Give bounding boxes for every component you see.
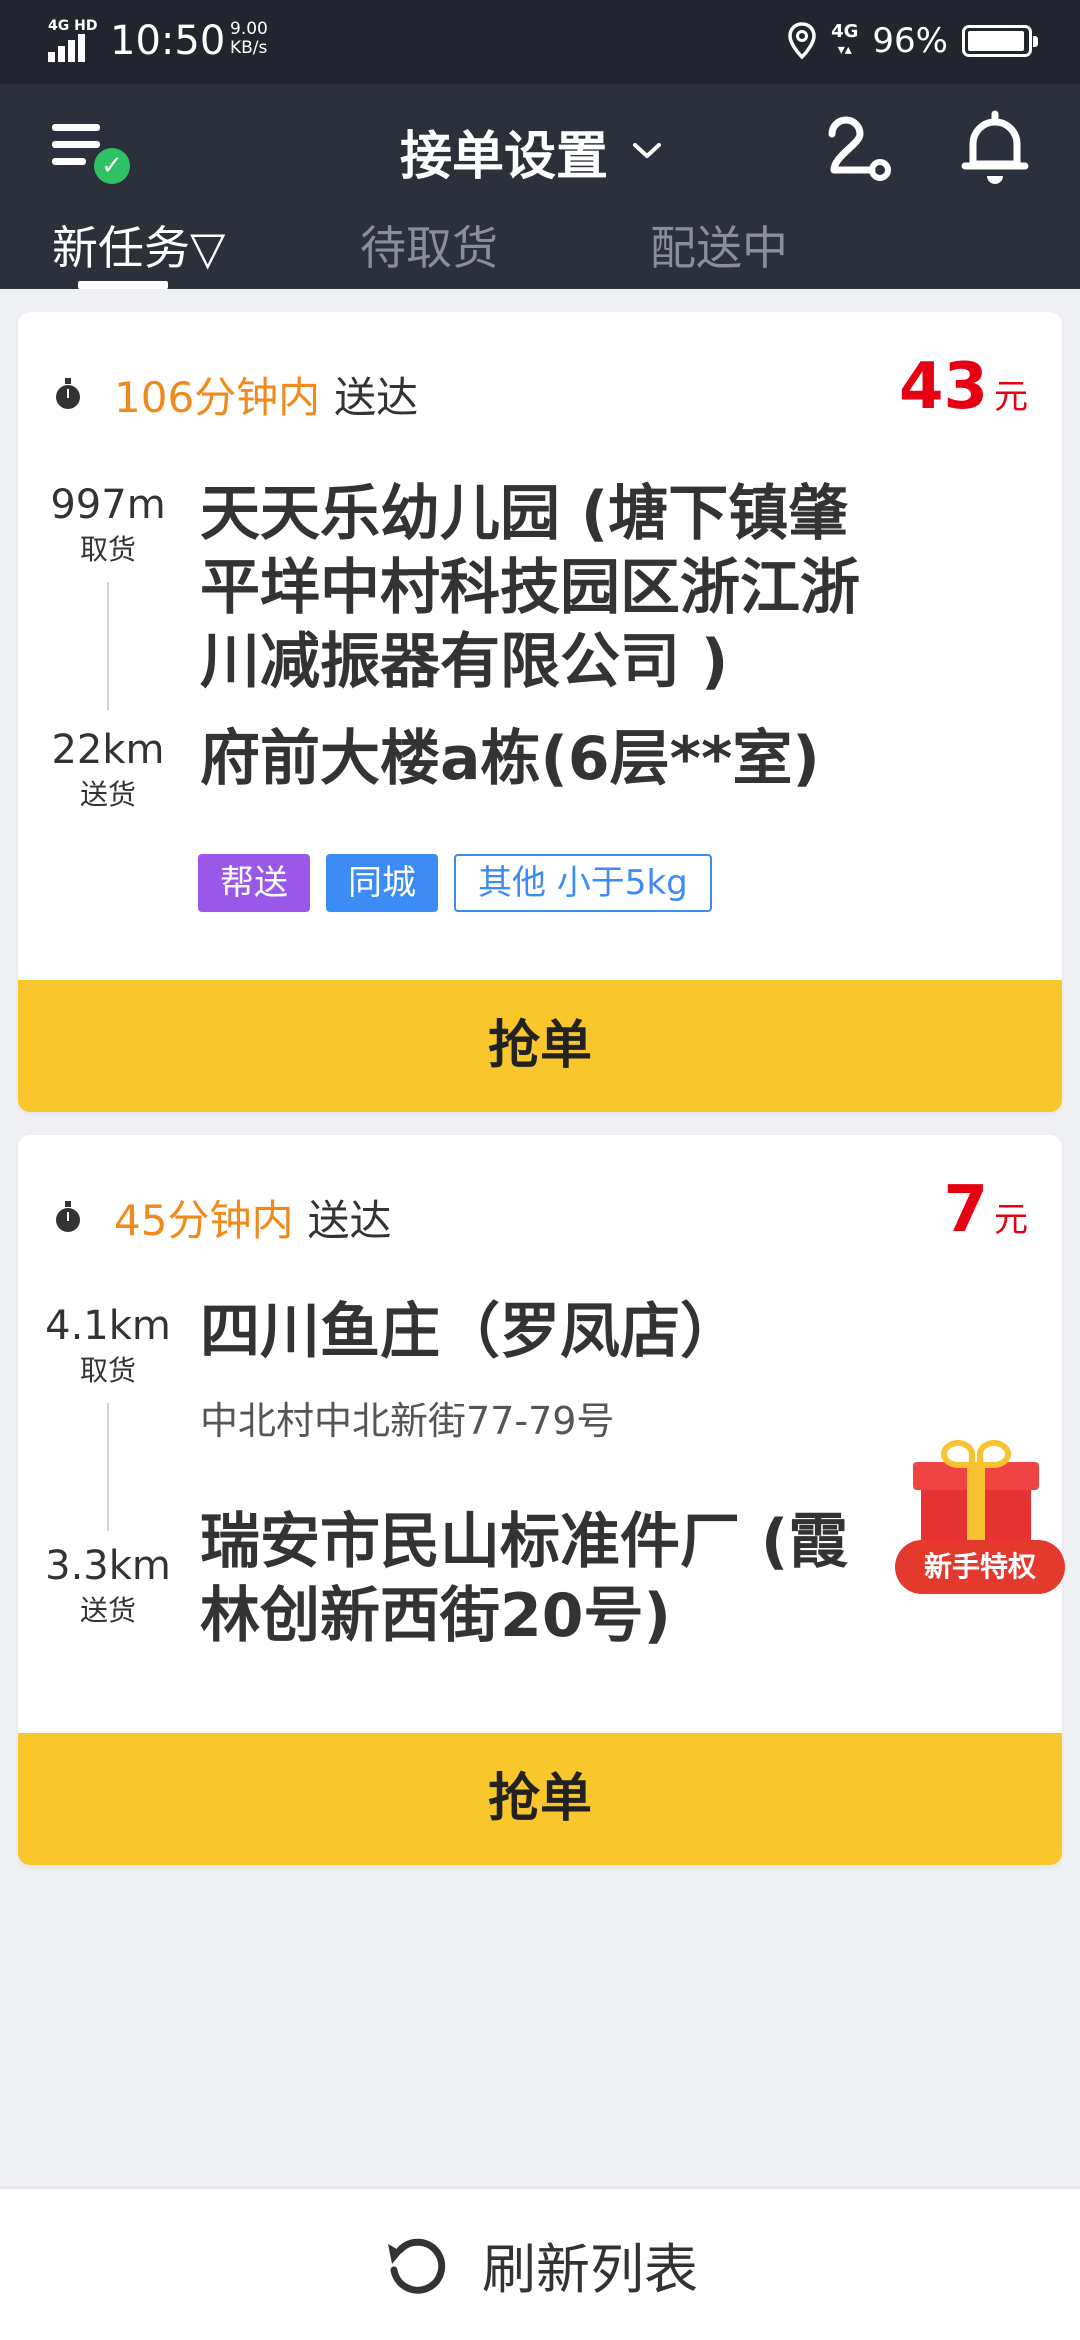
route-line — [107, 582, 109, 710]
pickup-distance: 997m — [50, 482, 166, 528]
delivery-label: 送货 — [79, 778, 136, 811]
active-tab-indicator — [78, 281, 168, 289]
order-card[interactable]: 106分钟内 送达 43 元 997m 取货 22km 送货 天天乐幼儿园 (塘… — [18, 312, 1062, 1112]
order-tags: 帮送 同城 其他 小于5kg — [198, 854, 712, 912]
page-title: 接单设置 — [400, 126, 609, 187]
refresh-list-button[interactable]: 刷新列表 — [0, 2187, 1080, 2340]
pickup-address-line: 平垟中村科技园区浙江浙 — [200, 553, 860, 623]
delivery-minutes: 106分钟内 — [114, 373, 321, 422]
status-bar: 4G HD 10:50 9.00 KB/s 4G ▾▴ 96% — [0, 0, 1080, 84]
network-speed-value: 9.00 — [230, 19, 268, 39]
pickup-address-line: 川减振器有限公司 ) — [200, 627, 729, 697]
battery-icon — [962, 25, 1038, 57]
network-speed: 9.00 KB/s — [230, 20, 268, 58]
stopwatch-icon — [56, 1200, 80, 1232]
price-value: 43 — [898, 350, 988, 424]
tab-bar: 新任务▽ 待取货 配送中 — [0, 202, 1080, 289]
delivery-minutes: 45分钟内 — [114, 1196, 294, 1245]
pickup-distance-block: 4.1km 取货 — [18, 1303, 198, 1389]
delivery-address: 瑞安市民山标准件厂 (霞 林创新西街20号) — [200, 1505, 848, 1653]
delivery-suffix: 送达 — [307, 1196, 392, 1245]
tab-new-tasks[interactable]: 新任务▽ — [52, 212, 225, 278]
order-price: 43 元 — [899, 350, 1028, 424]
tab-awaiting-pickup[interactable]: 待取货 — [360, 212, 498, 278]
delivery-label: 送货 — [79, 1594, 136, 1627]
order-price: 7 元 — [943, 1173, 1028, 1247]
pickup-address-line: 天天乐幼儿园 (塘下镇肇 — [200, 479, 849, 549]
delivery-address: 府前大楼a栋(6层**室) — [200, 722, 820, 796]
price-unit: 元 — [994, 377, 1028, 417]
app-header: ✓ 接单设置 新任务▽ 待取货 配送中 — [0, 84, 1080, 289]
tag-service-type: 帮送 — [198, 854, 310, 912]
price-value: 7 — [943, 1173, 988, 1247]
network-type-label: 4G HD — [48, 18, 98, 34]
stopwatch-icon — [56, 377, 80, 409]
route-line — [107, 1403, 109, 1531]
newbie-privilege-badge[interactable]: 新手特权 — [895, 1440, 1065, 1600]
battery-percent: 96% — [872, 21, 948, 61]
pickup-distance: 4.1km — [45, 1303, 171, 1349]
pickup-address-detail: 中北村中北新街77-79号 — [200, 1399, 615, 1443]
delivery-distance: 22km — [51, 727, 165, 773]
battery-fill — [968, 31, 1024, 51]
tag-area: 同城 — [326, 854, 438, 912]
menu-button[interactable]: ✓ — [52, 114, 132, 184]
pickup-label: 取货 — [79, 533, 136, 566]
mobile-data-label: 4G — [831, 21, 859, 42]
grab-order-button[interactable]: 抢单 — [18, 980, 1062, 1112]
delivery-distance-block: 22km 送货 — [18, 727, 198, 813]
pickup-label: 取货 — [79, 1354, 136, 1387]
pickup-distance-block: 997m 取货 — [18, 482, 198, 568]
grab-order-button[interactable]: 抢单 — [18, 1733, 1062, 1865]
pickup-address-line: 四川鱼庄（罗凤店） — [200, 1297, 740, 1367]
network-signal-icon: 4G HD — [48, 18, 98, 62]
mobile-data-icon: 4G ▾▴ — [831, 21, 859, 59]
check-circle-icon: ✓ — [94, 148, 130, 184]
tab-delivering[interactable]: 配送中 — [650, 212, 788, 278]
tag-package: 其他 小于5kg — [454, 854, 712, 912]
delivery-address-line: 瑞安市民山标准件厂 (霞 — [200, 1507, 849, 1577]
location-pin-icon — [788, 22, 816, 60]
delivery-distance-block: 3.3km 送货 — [18, 1543, 198, 1629]
pickup-address: 四川鱼庄（罗凤店） — [200, 1295, 740, 1369]
delivery-address-line: 府前大楼a栋(6层**室) — [200, 724, 820, 794]
price-unit: 元 — [994, 1200, 1028, 1240]
bell-icon[interactable] — [955, 108, 1035, 188]
clock: 10:50 — [110, 18, 226, 64]
route-icon[interactable] — [820, 108, 900, 188]
order-settings-dropdown[interactable]: 接单设置 — [400, 106, 662, 196]
delivery-time: 106分钟内 送达 — [56, 364, 418, 425]
pickup-address: 天天乐幼儿园 (塘下镇肇 平垟中村科技园区浙江浙 川减振器有限公司 ) — [200, 477, 860, 699]
delivery-address-line: 林创新西街20号) — [200, 1581, 671, 1651]
newbie-privilege-label: 新手特权 — [895, 1540, 1065, 1594]
refresh-label: 刷新列表 — [482, 2238, 698, 2301]
refresh-icon — [388, 2238, 446, 2294]
chevron-down-icon — [633, 143, 662, 158]
network-speed-unit: KB/s — [230, 38, 268, 58]
delivery-suffix: 送达 — [334, 373, 419, 422]
delivery-distance: 3.3km — [45, 1543, 171, 1589]
delivery-time: 45分钟内 送达 — [56, 1187, 391, 1248]
